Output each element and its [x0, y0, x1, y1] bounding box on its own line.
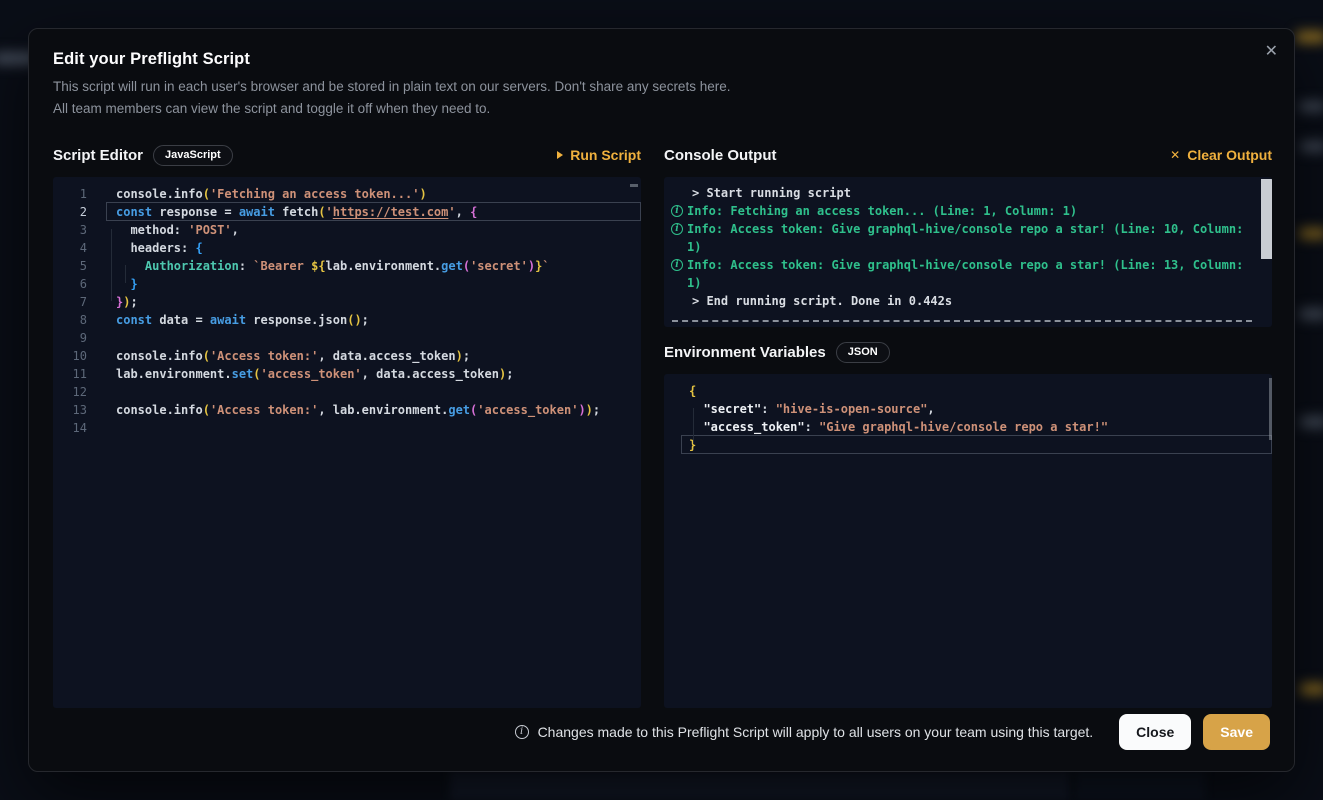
code-line: 7}); [53, 293, 641, 311]
footer-note: i Changes made to this Preflight Script … [515, 724, 1094, 740]
line-number: 12 [53, 383, 97, 401]
code-line: 5 Authorization: `Bearer ${lab.environme… [53, 257, 641, 275]
screen: ✕ Edit your Preflight Script This script… [0, 0, 1323, 800]
clear-output-label: Clear Output [1187, 147, 1272, 163]
line-number: 4 [53, 239, 97, 257]
backdrop-blob [1299, 228, 1323, 239]
environment-variables-title: Environment Variables [664, 344, 826, 361]
line-number: 2 [53, 203, 97, 221]
description-line: This script will run in each user's brow… [53, 76, 730, 98]
info-icon: i [671, 223, 683, 235]
modal-description: This script will run in each user's brow… [53, 76, 730, 120]
console-line: > End running script. Done in 0.442s [670, 292, 1258, 310]
console-line: > Start running script [670, 184, 1258, 202]
script-editor-panel: Script Editor JavaScript Run Script 1con… [53, 142, 641, 708]
clear-icon: ✕ [1170, 149, 1180, 161]
line-number: 11 [53, 365, 97, 383]
backdrop-panel [1075, 770, 1205, 800]
javascript-badge: JavaScript [153, 145, 233, 166]
line-number: 9 [53, 329, 97, 347]
clear-output-button[interactable]: ✕ Clear Output [1170, 147, 1272, 163]
line-number: 7 [53, 293, 97, 311]
code-line: 6 } [53, 275, 641, 293]
info-icon: i [515, 725, 529, 739]
code-line: 1console.info('Fetching an access token.… [53, 185, 641, 203]
overview-ruler-mark [1269, 378, 1272, 440]
indent-guide [125, 265, 126, 283]
console-separator [672, 320, 1252, 322]
code-line: "secret": "hive-is-open-source", [664, 400, 1272, 418]
console-line: iInfo: Access token: Give graphql-hive/c… [670, 256, 1258, 292]
script-editor[interactable]: 1console.info('Fetching an access token.… [53, 177, 641, 708]
environment-variables-editor[interactable]: { "secret": "hive-is-open-source", "acce… [664, 374, 1272, 708]
modal-close-icon[interactable]: ✕ [1265, 43, 1278, 59]
backdrop-blob [1300, 683, 1323, 695]
backdrop-blob [1299, 308, 1323, 320]
code-line: 4 headers: { [53, 239, 641, 257]
code-line: 11lab.environment.set('access_token', da… [53, 365, 641, 383]
line-number: 8 [53, 311, 97, 329]
indent-guide [111, 229, 112, 301]
preflight-script-modal: ✕ Edit your Preflight Script This script… [28, 28, 1295, 772]
modal-footer: i Changes made to this Preflight Script … [53, 713, 1270, 751]
script-editor-title: Script Editor [53, 147, 143, 164]
console-line: iInfo: Access token: Give graphql-hive/c… [670, 220, 1258, 256]
code-line: } [664, 436, 1272, 454]
line-number: 3 [53, 221, 97, 239]
footer-note-text: Changes made to this Preflight Script wi… [538, 724, 1094, 740]
code-line: "access_token": "Give graphql-hive/conso… [664, 418, 1272, 436]
line-number: 10 [53, 347, 97, 365]
line-number: 13 [53, 401, 97, 419]
overview-ruler-mark [630, 184, 638, 187]
console-and-env-panel: Console Output ✕ Clear Output > Start ru… [664, 142, 1272, 708]
code-line: 9 [53, 329, 641, 347]
backdrop-blob [1299, 101, 1323, 112]
backdrop-blob [1296, 31, 1323, 43]
run-script-button[interactable]: Run Script [557, 147, 641, 163]
run-script-label: Run Script [570, 147, 641, 163]
indent-guide [693, 408, 694, 444]
console-output-title: Console Output [664, 147, 777, 164]
scrollbar-thumb[interactable] [1261, 179, 1272, 259]
backdrop-blob [1300, 141, 1323, 152]
code-line: 3 method: 'POST', [53, 221, 641, 239]
line-number: 1 [53, 185, 97, 203]
code-line: { [664, 382, 1272, 400]
console-line: iInfo: Fetching an access token... (Line… [670, 202, 1258, 220]
line-number: 5 [53, 257, 97, 275]
code-line: 8const data = await response.json(); [53, 311, 641, 329]
info-icon: i [671, 259, 683, 271]
play-icon [557, 151, 563, 159]
json-badge: JSON [836, 342, 890, 363]
code-line: 12 [53, 383, 641, 401]
backdrop-blob [1300, 416, 1323, 428]
save-button[interactable]: Save [1203, 714, 1270, 750]
line-number: 6 [53, 275, 97, 293]
info-icon: i [671, 205, 683, 217]
modal-title: Edit your Preflight Script [53, 50, 250, 69]
code-line: 14 [53, 419, 641, 437]
line-number: 14 [53, 419, 97, 437]
code-line: 13console.info('Access token:', lab.envi… [53, 401, 641, 419]
description-line: All team members can view the script and… [53, 98, 730, 120]
code-line: 10console.info('Access token:', data.acc… [53, 347, 641, 365]
code-line: 2const response = await fetch('https://t… [53, 203, 641, 221]
backdrop-panel [450, 770, 1070, 800]
console-output[interactable]: > Start running scriptiInfo: Fetching an… [664, 177, 1272, 327]
close-button[interactable]: Close [1119, 714, 1191, 750]
